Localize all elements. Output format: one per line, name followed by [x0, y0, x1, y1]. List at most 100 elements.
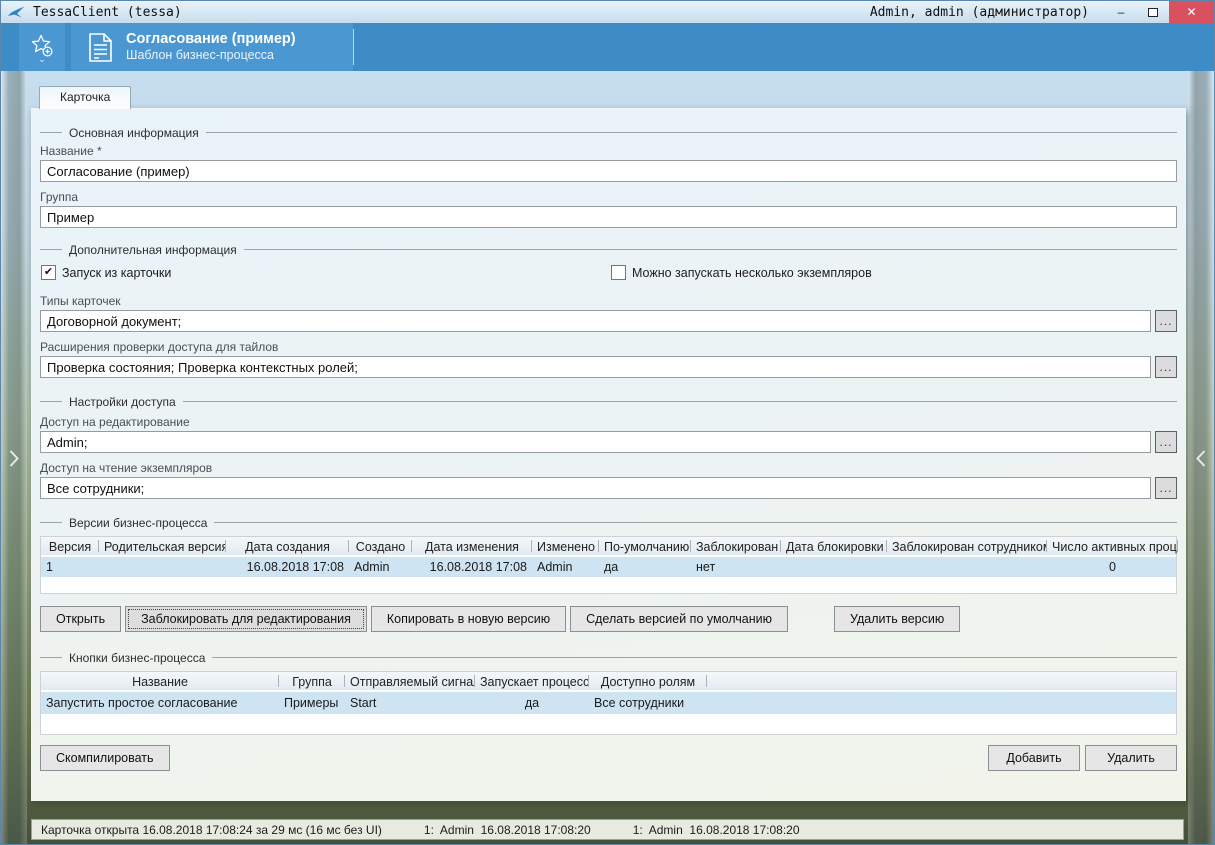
main-area: Карточка Основная информация Название * … — [1, 71, 1214, 844]
tab-card[interactable]: Карточка — [39, 86, 131, 109]
toolbar-divider — [353, 29, 354, 65]
name-input[interactable] — [40, 160, 1177, 182]
column-header[interactable]: Дата создания — [226, 537, 349, 555]
app-window: TessaClient (tessa) Admin, admin (админи… — [0, 0, 1215, 845]
edit-access-picker-button[interactable]: ... — [1155, 431, 1177, 453]
group-input[interactable] — [40, 206, 1177, 228]
make-default-version-button[interactable]: Сделать версией по умолчанию — [570, 606, 788, 632]
minimize-button[interactable]: – — [1105, 1, 1137, 23]
left-panel-expander[interactable] — [1, 71, 27, 844]
section-title: Основная информация — [69, 126, 199, 140]
table-cell: Admin — [349, 557, 412, 577]
table-cell: Запустить простое согласование — [41, 692, 279, 714]
section-title: Версии бизнес-процесса — [69, 516, 207, 530]
table-empty-area — [41, 577, 1176, 593]
column-header[interactable]: Группа — [279, 672, 345, 690]
column-header[interactable]: Родительская версия — [99, 537, 226, 555]
section-header-additional-info: Дополнительная информация — [40, 242, 1177, 257]
table-cell: да — [599, 557, 691, 577]
toolbar: ⌄ Согласование (пример) Шаблон бизнес-пр… — [1, 23, 1214, 71]
versions-table: ВерсияРодительская версияДата созданияСо… — [40, 536, 1177, 594]
open-card-title: Согласование (пример) — [126, 31, 296, 48]
table-row[interactable]: 116.08.2018 17:08Admin16.08.2018 17:08Ad… — [41, 557, 1176, 577]
bottom-actions: Скомпилировать Добавить Удалить — [40, 745, 1177, 771]
delete-button[interactable]: Удалить — [1085, 745, 1177, 771]
maximize-button[interactable] — [1137, 1, 1169, 23]
name-label: Название * — [40, 144, 1177, 158]
section-header-process-buttons: Кнопки бизнес-процесса — [40, 650, 1177, 665]
column-header[interactable]: Версия — [41, 537, 99, 555]
maximize-icon — [1148, 8, 1158, 17]
section-header-access: Настройки доступа — [40, 394, 1177, 409]
tile-access-picker-button[interactable]: ... — [1155, 356, 1177, 378]
card-panel: Основная информация Название * Группа До… — [31, 108, 1186, 801]
column-header[interactable]: Дата блокировки — [781, 537, 887, 555]
card-types-label: Типы карточек — [40, 294, 1177, 308]
column-header[interactable]: По-умолчанию — [599, 537, 691, 555]
process-buttons-table: НазваниеГруппаОтправляемый сигналЗапуска… — [40, 671, 1177, 735]
table-row[interactable]: Запустить простое согласованиеПримерыSta… — [41, 692, 1176, 714]
checkbox-unchecked-icon — [611, 265, 626, 280]
status-bar: Карточка открыта 16.08.2018 17:08:24 за … — [31, 819, 1184, 840]
table-cell — [781, 557, 887, 577]
read-access-label: Доступ на чтение экземпляров — [40, 461, 1177, 475]
multiple-instances-checkbox[interactable]: Можно запускать несколько экземпляров — [611, 265, 872, 280]
card-container: Карточка Основная информация Название * … — [31, 86, 1186, 801]
table-empty-area — [41, 714, 1176, 734]
card-types-picker-button[interactable]: ... — [1155, 310, 1177, 332]
table-cell: Start — [345, 692, 475, 714]
launch-from-card-label: Запуск из карточки — [62, 266, 171, 280]
table-cell — [99, 557, 226, 577]
column-header[interactable]: Заблокирован сотрудником — [887, 537, 1047, 555]
compile-button[interactable]: Скомпилировать — [40, 745, 170, 771]
required-marker: * — [97, 144, 102, 158]
current-user-label: Admin, admin (администратор) — [870, 5, 1089, 20]
chevron-down-icon: ⌄ — [38, 57, 46, 62]
open-card-tab[interactable]: Согласование (пример) Шаблон бизнес-проц… — [71, 23, 353, 71]
read-access-input[interactable] — [40, 477, 1151, 499]
column-header[interactable]: Заблокирован — [691, 537, 781, 555]
section-title: Кнопки бизнес-процесса — [69, 651, 205, 665]
table-header-row: НазваниеГруппаОтправляемый сигналЗапуска… — [41, 672, 1176, 692]
checkbox-row: ✔ Запуск из карточки Можно запускать нес… — [40, 265, 1177, 282]
column-header[interactable]: Запускает процесс — [475, 672, 589, 690]
checkbox-checked-icon: ✔ — [41, 265, 56, 280]
add-button[interactable]: Добавить — [988, 745, 1080, 771]
table-cell: 16.08.2018 17:08 — [412, 557, 532, 577]
column-header[interactable]: Название — [41, 672, 279, 690]
delete-version-button[interactable]: Удалить версию — [834, 606, 960, 632]
tile-access-input[interactable] — [40, 356, 1151, 378]
tessa-logo-icon — [8, 6, 25, 19]
table-cell: да — [475, 692, 589, 714]
column-header[interactable]: Доступно ролям — [589, 672, 707, 690]
open-card-subtitle: Шаблон бизнес-процесса — [126, 48, 296, 63]
table-cell: нет — [691, 557, 781, 577]
multiple-instances-label: Можно запускать несколько экземпляров — [632, 266, 872, 280]
lock-for-edit-button[interactable]: Заблокировать для редактирования — [125, 606, 367, 632]
section-header-versions: Версии бизнес-процесса — [40, 515, 1177, 530]
edit-access-input[interactable] — [40, 431, 1151, 453]
column-header[interactable]: Создано — [349, 537, 412, 555]
open-version-button[interactable]: Открыть — [40, 606, 121, 632]
favorites-add-button[interactable]: ⌄ — [19, 23, 65, 71]
copy-to-new-version-button[interactable]: Копировать в новую версию — [371, 606, 566, 632]
status-modified-info: 1: Admin 16.08.2018 17:08:20 — [633, 823, 800, 837]
column-header[interactable]: Дата изменения — [412, 537, 532, 555]
column-header[interactable]: Число активных процессов — [1047, 537, 1178, 555]
section-header-main-info: Основная информация — [40, 125, 1177, 140]
status-message: Карточка открыта 16.08.2018 17:08:24 за … — [41, 823, 382, 837]
table-cell: Примеры — [279, 692, 345, 714]
launch-from-card-checkbox[interactable]: ✔ Запуск из карточки — [41, 265, 171, 280]
window-title: TessaClient (tessa) — [33, 5, 182, 20]
card-types-input[interactable] — [40, 310, 1151, 332]
column-header[interactable]: Отправляемый сигнал — [345, 672, 475, 690]
status-created-info: 1: Admin 16.08.2018 17:08:20 — [424, 823, 591, 837]
column-header[interactable]: Изменено — [532, 537, 599, 555]
close-button[interactable]: ✕ — [1169, 1, 1214, 23]
read-access-picker-button[interactable]: ... — [1155, 477, 1177, 499]
edit-access-label: Доступ на редактирование — [40, 415, 1177, 429]
table-cell: 0 — [1047, 557, 1178, 577]
right-panel-expander[interactable] — [1188, 71, 1214, 844]
document-icon — [87, 32, 114, 63]
name-label-text: Название — [40, 144, 94, 158]
